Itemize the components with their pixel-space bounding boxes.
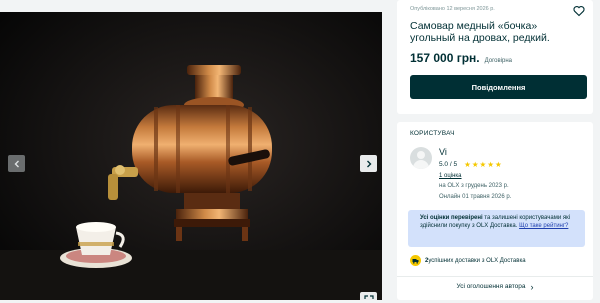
seller-card: КОРИСТУВАЧ Vi 5.0 / 5 ★ ★ ★ ★ ★ 1 оцінка…	[397, 122, 593, 300]
listing-page: Опубліковано 12 вересня 2026 р. Самовар …	[0, 0, 600, 303]
avatar-head	[417, 151, 425, 159]
what-is-rating-link[interactable]: Що таке рейтинг?	[519, 223, 568, 229]
gallery-next-button[interactable]	[360, 155, 377, 172]
star-icon: ★	[495, 160, 502, 169]
listing-title: Самовар медный «бочка» угольный на дрова…	[410, 20, 550, 44]
all-ads-link[interactable]: Усі оголошення автора ›	[397, 281, 593, 292]
price-row: 157 000 грн. Договірна	[410, 51, 512, 65]
chevron-right-icon	[366, 160, 371, 167]
avatar-body	[413, 160, 429, 169]
reviews-link[interactable]: 1 оцінка	[439, 173, 462, 179]
rating-value: 5.0 / 5	[439, 161, 458, 168]
rating-info-box: Усі оцінки перевірені та залишені корист…	[408, 210, 585, 247]
seller-section-title: КОРИСТУВАЧ	[410, 130, 455, 137]
delivery-text: успішних доставки з OLX Доставка	[428, 257, 526, 264]
fullscreen-button[interactable]	[360, 292, 377, 300]
message-button[interactable]: Повідомлення	[410, 75, 587, 99]
star-icon: ★	[487, 160, 495, 169]
star-icon: ★	[464, 160, 471, 169]
seller-name[interactable]: Vi	[439, 147, 447, 157]
delivery-truck-icon	[410, 255, 421, 266]
last-online: Онлайн 01 травня 2026 р.	[439, 194, 512, 200]
price: 157 000 грн.	[410, 51, 480, 65]
listing-card: Опубліковано 12 вересня 2026 р. Самовар …	[397, 0, 593, 114]
star-icon: ★	[471, 160, 479, 169]
favorite-button[interactable]	[573, 4, 585, 17]
avatar[interactable]	[410, 147, 432, 169]
negotiable-label: Договірна	[484, 58, 512, 64]
heart-icon	[573, 6, 585, 17]
chevron-left-icon	[14, 160, 19, 167]
member-since: на OLX з грудень 2023 р.	[439, 183, 509, 189]
published-date: Опубліковано 12 вересня 2026 р.	[410, 6, 495, 12]
samovar-photo	[0, 12, 382, 300]
divider	[397, 276, 593, 277]
info-bold-text: Усі оцінки перевірені	[420, 215, 483, 221]
chevron-right-icon: ›	[530, 281, 534, 292]
delivery-stats: 2 успішних доставки з OLX Доставка	[410, 255, 526, 266]
rating-row: 5.0 / 5 ★ ★ ★ ★ ★	[439, 160, 503, 169]
gallery-prev-button[interactable]	[8, 155, 25, 172]
expand-icon	[363, 295, 374, 299]
photo-gallery[interactable]	[0, 12, 382, 300]
all-ads-label: Усі оголошення автора	[456, 283, 526, 290]
star-icon: ★	[479, 160, 487, 169]
rating-stars: ★ ★ ★ ★ ★	[464, 160, 503, 169]
